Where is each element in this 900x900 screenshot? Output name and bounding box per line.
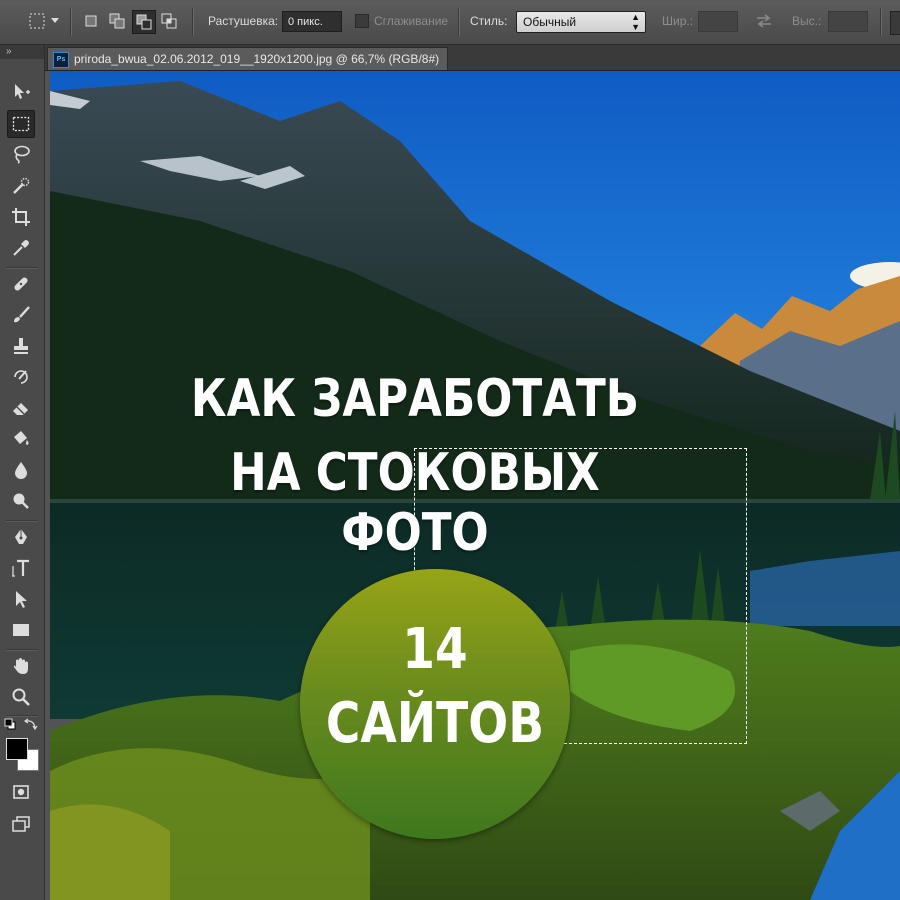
rectangle-icon — [13, 624, 29, 636]
style-label: Стиль: — [470, 14, 508, 28]
badge-word: САЙТОВ — [325, 691, 545, 756]
height-input[interactable] — [828, 11, 868, 32]
screen-mode-icon — [12, 816, 30, 832]
history-brush-icon — [14, 370, 28, 384]
quick-select-tool[interactable] — [8, 173, 34, 199]
zoom-icon — [12, 688, 30, 706]
brush-icon — [14, 306, 30, 323]
feather-label: Растушевка: — [208, 14, 279, 28]
blur-tool[interactable] — [8, 457, 34, 483]
quick-select-icon — [13, 177, 30, 194]
paint-bucket-icon — [14, 431, 29, 445]
subtract-selection-icon[interactable] — [132, 10, 156, 34]
sites-count-badge: 14 САЙТОВ — [300, 569, 570, 839]
lasso-tool[interactable] — [8, 141, 34, 167]
pen-tool[interactable] — [8, 524, 34, 550]
document-tab-bar: Ps priroda_bwua_02.06.2012_019__1920x120… — [45, 45, 900, 71]
intersect-selection-icon[interactable] — [158, 10, 180, 32]
add-selection-icon[interactable] — [106, 10, 128, 32]
headline-line-1: КАК ЗАРАБОТАТЬ — [190, 369, 640, 429]
move-icon — [15, 84, 30, 99]
swap-dimensions-icon[interactable] — [753, 10, 775, 32]
feather-input[interactable]: 0 пикс. — [282, 11, 342, 32]
crop-icon — [12, 208, 30, 226]
stamp-icon — [14, 338, 28, 354]
history-brush-tool[interactable] — [8, 364, 34, 390]
crop-tool[interactable] — [8, 204, 34, 230]
preset-dropdown-icon[interactable] — [48, 10, 62, 32]
new-selection-icon[interactable] — [80, 10, 102, 32]
panel-grip[interactable]: » — [0, 45, 44, 59]
hand-icon — [13, 658, 28, 674]
antialias-checkbox[interactable] — [355, 14, 369, 28]
width-label: Шир.: — [662, 14, 694, 28]
badge-number: 14 — [402, 617, 468, 682]
height-label: Выс.: — [792, 14, 822, 28]
marquee-preset-icon[interactable] — [26, 10, 48, 32]
dodge-icon — [13, 493, 29, 509]
quick-mask-button[interactable] — [8, 779, 34, 805]
document-canvas[interactable]: КАК ЗАРАБОТАТЬ НА СТОКОВЫХ ФОТО 14 САЙТО… — [50, 71, 900, 900]
rectangle-tool[interactable] — [8, 617, 34, 643]
type-tool[interactable] — [8, 555, 34, 581]
healing-icon — [14, 277, 28, 291]
screen-mode-button[interactable] — [8, 811, 34, 837]
options-bar: Растушевка: 0 пикс. Сглаживание Стиль: О… — [0, 0, 900, 45]
dodge-tool[interactable] — [8, 488, 34, 514]
photoshop-file-icon: Ps — [53, 52, 69, 68]
swap-colors-icon[interactable] — [23, 717, 38, 731]
type-icon — [12, 559, 29, 577]
default-colors-icon[interactable] — [4, 717, 16, 730]
path-select-tool[interactable] — [8, 586, 34, 612]
pen-icon — [15, 529, 27, 544]
refine-edge-button[interactable] — [890, 11, 900, 35]
tools-panel: » — [0, 45, 45, 900]
eraser-icon — [13, 403, 28, 415]
foreground-color-swatch[interactable] — [6, 738, 28, 760]
updown-arrows-icon: ▲ ▼ — [631, 12, 640, 32]
stamp-tool[interactable] — [8, 333, 34, 359]
healing-tool[interactable] — [8, 271, 34, 297]
width-input[interactable] — [698, 11, 738, 32]
document-title: priroda_bwua_02.06.2012_019__1920x1200.j… — [74, 52, 440, 66]
path-select-icon — [16, 591, 27, 608]
antialias-label: Сглаживание — [374, 14, 449, 28]
eyedropper-icon — [13, 240, 29, 256]
document-tab[interactable]: Ps priroda_bwua_02.06.2012_019__1920x120… — [47, 47, 449, 70]
marquee-icon — [12, 116, 30, 132]
marquee-tool[interactable] — [7, 110, 35, 138]
collapse-arrows-icon[interactable]: » — [6, 46, 12, 57]
eyedropper-tool[interactable] — [8, 235, 34, 261]
eraser-tool[interactable] — [8, 395, 34, 421]
move-tool[interactable] — [8, 79, 34, 105]
brush-tool[interactable] — [8, 302, 34, 328]
zoom-tool[interactable] — [8, 684, 34, 710]
style-select[interactable]: Обычный ▲ ▼ — [516, 11, 646, 33]
headline-line-2: НА СТОКОВЫХ ФОТО — [230, 443, 600, 563]
quick-mask-icon — [13, 785, 29, 799]
blur-icon — [15, 462, 27, 479]
paint-bucket-tool[interactable] — [8, 426, 34, 452]
style-select-value: Обычный — [523, 15, 577, 29]
hand-tool[interactable] — [8, 653, 34, 679]
lasso-icon — [14, 145, 30, 164]
